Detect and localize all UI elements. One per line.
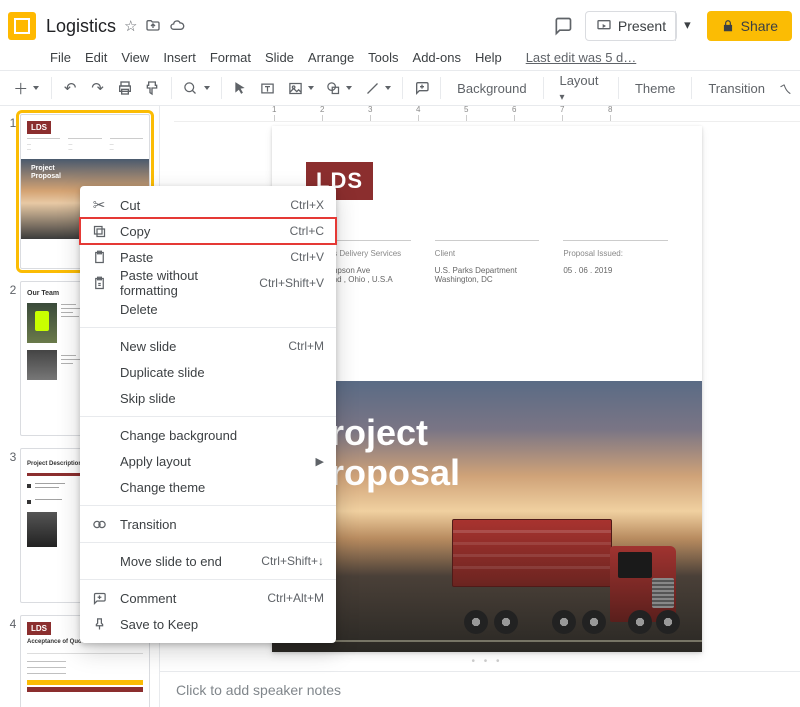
thumb1-badge: LDS	[27, 121, 51, 134]
menu-file[interactable]: File	[44, 47, 77, 68]
menu-paste-without-formatting[interactable]: Paste without formatting Ctrl+Shift+V	[80, 270, 336, 296]
move-folder-icon[interactable]	[145, 18, 161, 34]
slide-pager-dots: • • •	[174, 652, 800, 671]
slide-info-columns: Logistics Delivery Services 37 Thompson …	[272, 200, 702, 293]
horizontal-ruler: 12345678	[174, 106, 800, 122]
paint-format-tool[interactable]	[140, 74, 165, 102]
image-tool[interactable]	[282, 74, 307, 102]
menu-duplicate-slide[interactable]: Duplicate slide	[80, 359, 336, 385]
menu-move-slide-end[interactable]: Move slide to end Ctrl+Shift+↓	[80, 548, 336, 574]
toolbar-expand-icon[interactable]: ㄟ	[779, 79, 792, 98]
copy-icon	[90, 222, 108, 240]
speaker-notes[interactable]: Click to add speaker notes	[160, 671, 800, 707]
comments-icon[interactable]	[549, 12, 577, 40]
share-label: Share	[741, 18, 778, 34]
menu-bar: File Edit View Insert Format Slide Arran…	[0, 46, 800, 70]
last-edit-link[interactable]: Last edit was 5 d…	[520, 47, 643, 68]
submenu-arrow-icon: ▶	[316, 455, 324, 468]
background-button[interactable]: Background	[447, 77, 536, 100]
thumb-number: 1	[6, 114, 20, 269]
menu-view[interactable]: View	[115, 47, 155, 68]
menu-cut[interactable]: ✂ Cut Ctrl+X	[80, 192, 336, 218]
menu-slide[interactable]: Slide	[259, 47, 300, 68]
print-tool[interactable]	[112, 74, 137, 102]
menu-edit[interactable]: Edit	[79, 47, 113, 68]
thumb-number: 4	[6, 615, 20, 707]
paste-icon	[90, 248, 108, 266]
menu-copy[interactable]: Copy Ctrl+C	[80, 218, 336, 244]
menu-paste[interactable]: Paste Ctrl+V	[80, 244, 336, 270]
layout-button[interactable]: Layout	[549, 69, 612, 107]
thumb-number: 3	[6, 448, 20, 603]
menu-tools[interactable]: Tools	[362, 47, 404, 68]
slide-canvas[interactable]: LDS Logistics Delivery Services 37 Thomp…	[272, 126, 702, 652]
theme-button[interactable]: Theme	[625, 77, 685, 100]
cloud-status-icon[interactable]	[169, 18, 185, 34]
menu-delete[interactable]: Delete	[80, 296, 336, 322]
new-slide-tool[interactable]: ＋	[8, 74, 33, 102]
zoom-tool[interactable]	[178, 74, 203, 102]
share-button[interactable]: Share	[707, 11, 792, 41]
menu-addons[interactable]: Add-ons	[407, 47, 467, 68]
select-tool[interactable]	[228, 74, 253, 102]
menu-format[interactable]: Format	[204, 47, 257, 68]
app-logo-icon[interactable]	[8, 12, 36, 40]
menu-save-to-keep[interactable]: Save to Keep	[80, 611, 336, 637]
line-tool[interactable]	[359, 74, 384, 102]
undo-tool[interactable]: ↶	[57, 74, 82, 102]
redo-tool[interactable]: ↷	[85, 74, 110, 102]
present-dropdown-caret[interactable]: ▾	[675, 11, 699, 41]
menu-new-slide[interactable]: New slide Ctrl+M	[80, 333, 336, 359]
menu-help[interactable]: Help	[469, 47, 508, 68]
menu-change-background[interactable]: Change background	[80, 422, 336, 448]
present-label: Present	[618, 18, 666, 34]
menu-skip-slide[interactable]: Skip slide	[80, 385, 336, 411]
menu-transition[interactable]: Transition	[80, 511, 336, 537]
thumb-number: 2	[6, 281, 20, 436]
paste-plain-icon	[90, 274, 108, 292]
menu-arrange[interactable]: Arrange	[302, 47, 360, 68]
transition-icon	[90, 515, 108, 533]
slide-hero-image: ProjectProposal	[272, 381, 702, 652]
menu-insert[interactable]: Insert	[157, 47, 202, 68]
present-button[interactable]: Present	[585, 11, 677, 41]
transition-button[interactable]: Transition	[698, 77, 775, 100]
truck-graphic	[452, 519, 692, 634]
toolbar: ＋ ↶ ↷ Background Layout Theme Transition…	[0, 70, 800, 106]
menu-comment[interactable]: Comment Ctrl+Alt+M	[80, 585, 336, 611]
keep-icon	[90, 615, 108, 633]
star-icon[interactable]: ☆	[124, 17, 137, 35]
header-actions: Present ▾ Share	[549, 11, 792, 41]
cut-icon: ✂	[90, 196, 108, 214]
comment-tool[interactable]	[409, 74, 434, 102]
title-area: Logistics ☆	[46, 16, 549, 37]
comment-icon	[90, 589, 108, 607]
header-bar: Logistics ☆ Present ▾ Share	[0, 0, 800, 46]
menu-apply-layout[interactable]: Apply layout ▶	[80, 448, 336, 474]
shape-tool[interactable]	[321, 74, 346, 102]
menu-change-theme[interactable]: Change theme	[80, 474, 336, 500]
document-title[interactable]: Logistics	[46, 16, 116, 37]
textbox-tool[interactable]	[255, 74, 280, 102]
context-menu: ✂ Cut Ctrl+X Copy Ctrl+C Paste Ctrl+V Pa…	[80, 186, 336, 643]
